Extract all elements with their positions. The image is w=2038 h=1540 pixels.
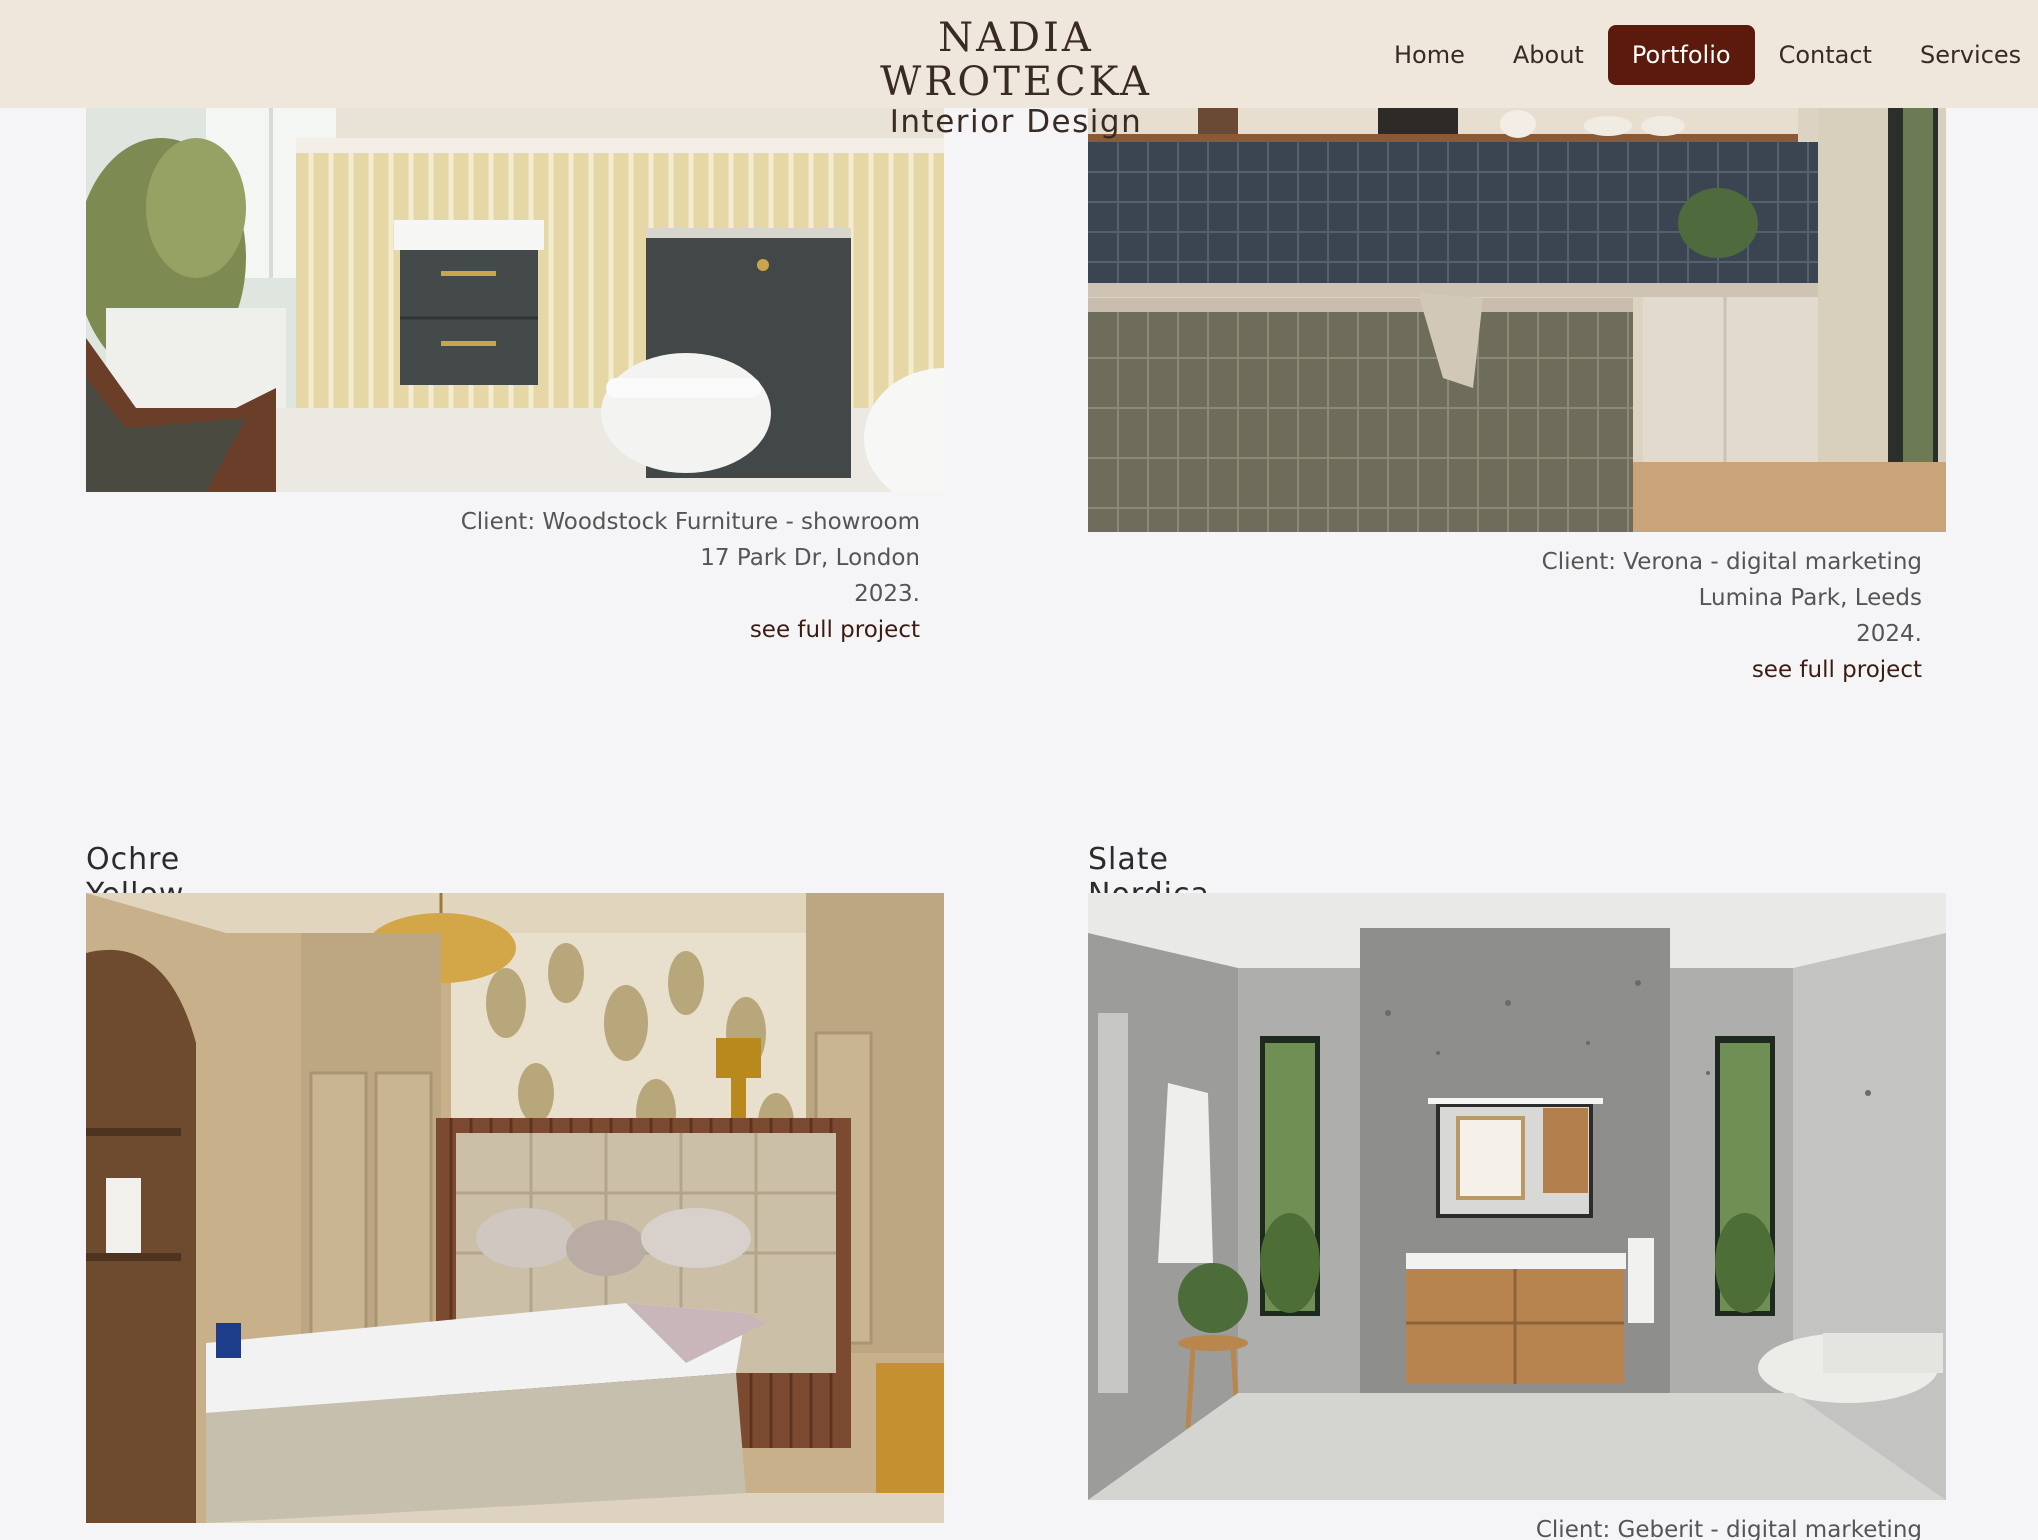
brand-name: NADIA WROTECKA: [880, 15, 1152, 105]
project-caption: Client: Woodstock Furniture - showroom 1…: [420, 504, 920, 648]
project-client: Client: Geberit - digital marketing: [1535, 1517, 1922, 1540]
project-location: 17 Park Dr, London: [700, 545, 920, 571]
project-caption: Client: Verona - digital marketing Lumin…: [1422, 544, 1922, 688]
kitchen-icon: [1088, 108, 1946, 532]
project-photo-kitchen[interactable]: [1088, 108, 1946, 532]
nav-services[interactable]: Services: [1896, 25, 2038, 85]
see-full-project-link[interactable]: see full project: [1422, 652, 1922, 688]
nav-about[interactable]: About: [1489, 25, 1608, 85]
nav-portfolio[interactable]: Portfolio: [1607, 25, 1755, 85]
project-location: Lumina Park, Leeds: [1698, 585, 1922, 611]
project-client: Client: Verona - digital marketing: [1541, 549, 1922, 575]
see-full-project-link[interactable]: see full project: [420, 612, 920, 648]
brand-subtitle: Interior Design: [889, 104, 1143, 140]
main-nav: Home About Portfolio Contact Services: [1370, 25, 2038, 85]
bathroom-icon: [1088, 893, 1946, 1500]
bedroom-icon: [86, 893, 944, 1523]
nav-contact[interactable]: Contact: [1755, 25, 1896, 85]
project-photo-bathroom-nordica[interactable]: [1088, 893, 1946, 1500]
portfolio-page: NADIA WROTECKA Interior Design Home Abou…: [0, 0, 2038, 1540]
project-photo-bathroom[interactable]: [86, 108, 944, 492]
project-caption: Client: Geberit - digital marketing: [1422, 1512, 1922, 1540]
bathroom-icon: [86, 108, 944, 492]
site-header: NADIA WROTECKA Interior Design Home Abou…: [0, 0, 2038, 140]
project-photo-bedroom[interactable]: [86, 893, 944, 1523]
project-year: 2023.: [854, 581, 920, 607]
project-client: Client: Woodstock Furniture - showroom: [460, 509, 920, 535]
project-year: 2024.: [1856, 621, 1922, 647]
nav-home[interactable]: Home: [1370, 25, 1489, 85]
brand-logo[interactable]: NADIA WROTECKA Interior Design: [833, 16, 1199, 140]
